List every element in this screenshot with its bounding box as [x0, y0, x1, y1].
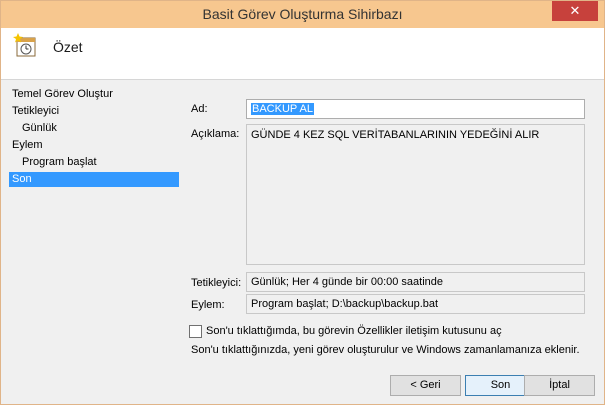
- action-label: Eylem:: [191, 299, 225, 311]
- title-bar[interactable]: Basit Görev Oluşturma Sihirbazı ✕: [1, 1, 604, 28]
- name-value: BACKUP AL: [251, 103, 314, 115]
- wizard-header: Özet: [1, 28, 604, 80]
- task-wizard-icon: [13, 33, 36, 57]
- wizard-steps: Temel Görev Oluştur Tetikleyici Günlük E…: [9, 87, 179, 189]
- step-finish[interactable]: Son: [9, 172, 179, 187]
- name-field[interactable]: BACKUP AL: [246, 99, 585, 119]
- trigger-label: Tetikleyici:: [191, 277, 242, 289]
- trigger-field: Günlük; Her 4 günde bir 00:00 saatinde: [246, 272, 585, 292]
- name-label: Ad:: [191, 103, 208, 115]
- wizard-window: Basit Görev Oluşturma Sihirbazı ✕ Özet T…: [0, 0, 605, 405]
- info-text: Son'u tıklattığınızda, yeni görev oluştu…: [191, 344, 580, 356]
- step-start-program[interactable]: Program başlat: [9, 155, 179, 170]
- open-properties-checkbox[interactable]: [189, 325, 202, 338]
- description-label: Açıklama:: [191, 128, 240, 140]
- step-trigger[interactable]: Tetikleyici: [9, 104, 179, 119]
- open-properties-label[interactable]: Son'u tıklattığımda, bu görevin Özellikl…: [206, 325, 502, 337]
- cancel-button[interactable]: İptal: [524, 375, 595, 396]
- close-button[interactable]: ✕: [552, 1, 598, 21]
- window-title: Basit Görev Oluşturma Sihirbazı: [202, 6, 403, 22]
- step-basic-task[interactable]: Temel Görev Oluştur: [9, 87, 179, 102]
- step-action[interactable]: Eylem: [9, 138, 179, 153]
- description-field[interactable]: GÜNDE 4 KEZ SQL VERİTABANLARININ YEDEĞİN…: [246, 124, 585, 265]
- page-title: Özet: [53, 39, 83, 55]
- action-field: Program başlat; D:\backup\backup.bat: [246, 294, 585, 314]
- back-button[interactable]: < Geri: [390, 375, 461, 396]
- step-daily[interactable]: Günlük: [9, 121, 179, 136]
